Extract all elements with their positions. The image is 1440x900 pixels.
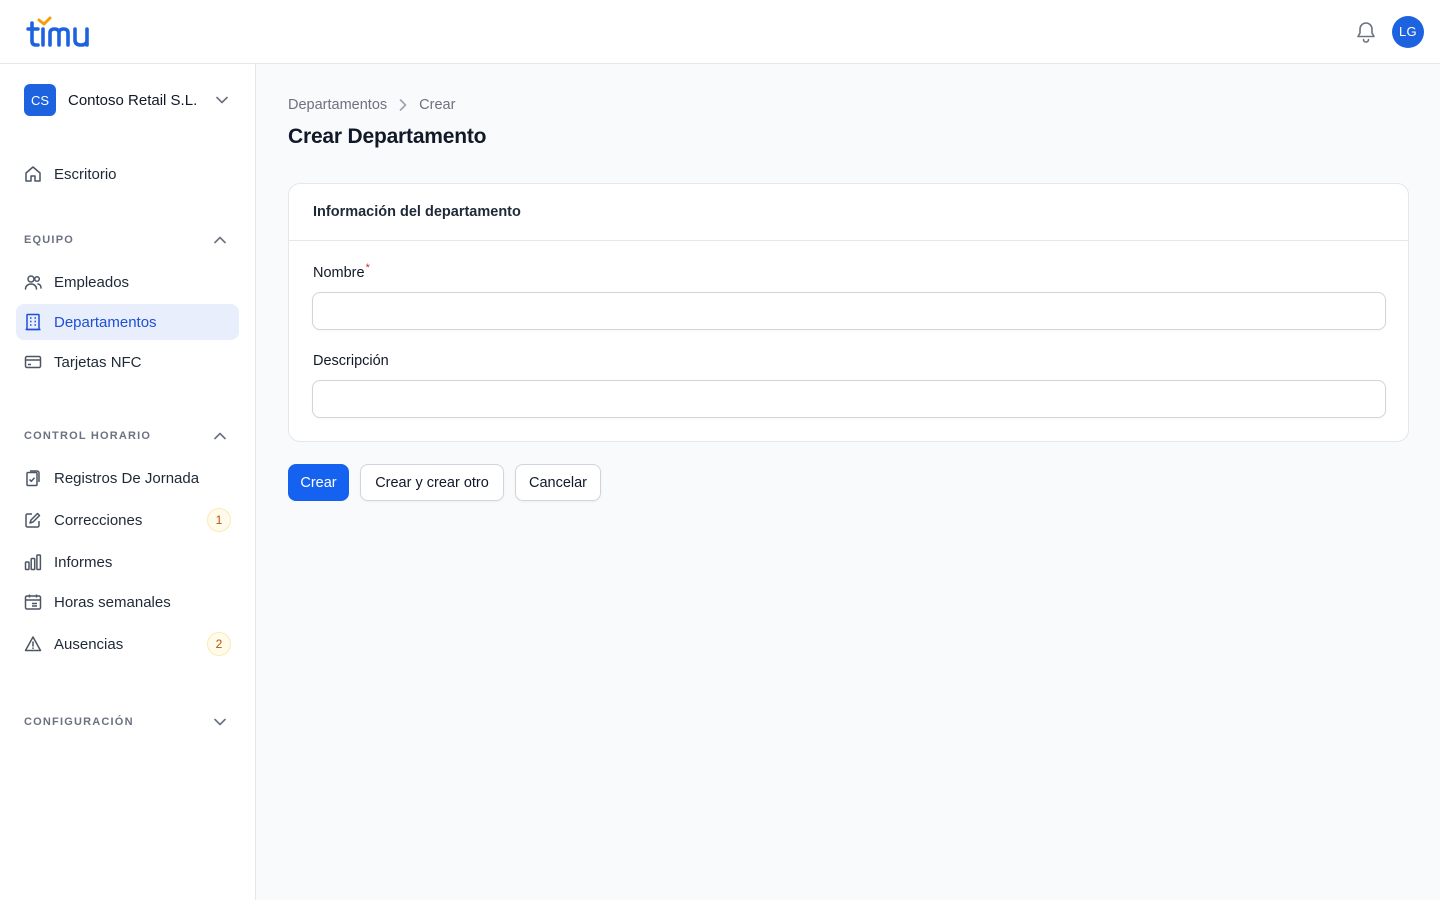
timu-logo-mark <box>26 16 89 47</box>
sidebar-item-departamentos[interactable]: Departamentos <box>16 304 239 340</box>
breadcrumb-current: Crear <box>419 97 456 113</box>
chevron-down-icon <box>215 93 229 107</box>
timu-logo[interactable] <box>26 12 98 52</box>
bar-chart-icon <box>24 553 42 571</box>
nombre-label: Nombre* <box>313 262 370 281</box>
tenant-name: Contoso Retail S.L. <box>68 91 198 109</box>
sidebar-item-empleados[interactable]: Empleados <box>16 264 239 300</box>
sidebar-item-tarjetas-nfc[interactable]: Tarjetas NFC <box>16 344 239 380</box>
group-header-equipo[interactable]: EQUIPO <box>16 230 239 250</box>
group-label: CONTROL HORARIO <box>24 430 152 442</box>
sidebar: CS Contoso Retail S.L. Escritorio EQUIPO… <box>0 64 256 900</box>
count-badge: 1 <box>207 508 231 532</box>
warning-icon <box>24 635 42 653</box>
group-label: CONFIGURACIÓN <box>24 716 134 728</box>
sidebar-item-label: Empleados <box>54 273 130 291</box>
descripcion-input[interactable] <box>312 380 1386 418</box>
sidebar-item-label: Ausencias <box>54 635 124 653</box>
sidebar-item-correcciones[interactable]: Correcciones 1 <box>16 502 239 538</box>
sidebar-item-ausencias[interactable]: Ausencias 2 <box>16 626 239 662</box>
sidebar-item-label: Tarjetas NFC <box>54 353 142 371</box>
chevron-down-icon <box>213 715 227 729</box>
chevron-up-icon <box>213 429 227 443</box>
breadcrumb: Departamentos Crear <box>288 97 455 113</box>
department-info-card: Información del departamento Nombre* Des… <box>288 183 1409 442</box>
sidebar-item-escritorio[interactable]: Escritorio <box>16 156 239 192</box>
cancelar-button[interactable]: Cancelar <box>515 464 601 501</box>
group-header-control-horario[interactable]: CONTROL HORARIO <box>16 426 239 446</box>
clipboard-icon <box>24 469 42 487</box>
sidebar-item-informes[interactable]: Informes <box>16 544 239 580</box>
chevron-up-icon <box>213 233 227 247</box>
top-bar: LG <box>0 0 1440 64</box>
sidebar-item-label: Departamentos <box>54 313 157 331</box>
required-asterisk: * <box>365 262 370 274</box>
user-avatar[interactable]: LG <box>1392 15 1424 48</box>
breadcrumb-link-departamentos[interactable]: Departamentos <box>288 97 387 113</box>
sidebar-item-label: Escritorio <box>54 165 117 183</box>
sidebar-item-registros-de-jornada[interactable]: Registros De Jornada <box>16 460 239 496</box>
page-title: Crear Departamento <box>288 125 487 148</box>
credit-card-icon <box>24 353 42 371</box>
chevron-right-icon <box>399 99 407 111</box>
sidebar-item-label: Horas semanales <box>54 593 171 611</box>
count-badge: 2 <box>207 632 231 656</box>
nombre-label-text: Nombre <box>313 265 365 281</box>
tenant-avatar: CS <box>24 84 56 116</box>
topbar-actions: LG <box>1354 15 1424 48</box>
group-header-configuracion[interactable]: CONFIGURACIÓN <box>16 712 239 732</box>
nombre-input[interactable] <box>312 292 1386 330</box>
group-label: EQUIPO <box>24 234 74 246</box>
calendar-icon <box>24 593 42 611</box>
form-actions: Crear Crear y crear otro Cancelar <box>288 464 601 501</box>
notifications-bell-icon[interactable] <box>1354 20 1378 44</box>
descripcion-label: Descripción <box>313 353 389 369</box>
edit-icon <box>24 511 42 529</box>
sidebar-item-label: Informes <box>54 553 113 571</box>
home-icon <box>24 165 42 183</box>
building-icon <box>24 313 42 331</box>
crear-y-crear-otro-button[interactable]: Crear y crear otro <box>360 464 504 501</box>
card-title: Información del departamento <box>313 204 521 220</box>
card-header: Información del departamento <box>289 184 1408 241</box>
tenant-switcher[interactable]: CS Contoso Retail S.L. <box>16 84 239 116</box>
sidebar-item-horas-semanales[interactable]: Horas semanales <box>16 584 239 620</box>
sidebar-item-label: Correcciones <box>54 511 143 529</box>
crear-button[interactable]: Crear <box>288 464 349 501</box>
sidebar-item-label: Registros De Jornada <box>54 469 200 487</box>
main-content: Departamentos Crear Crear Departamento I… <box>256 64 1440 900</box>
users-icon <box>24 273 42 291</box>
